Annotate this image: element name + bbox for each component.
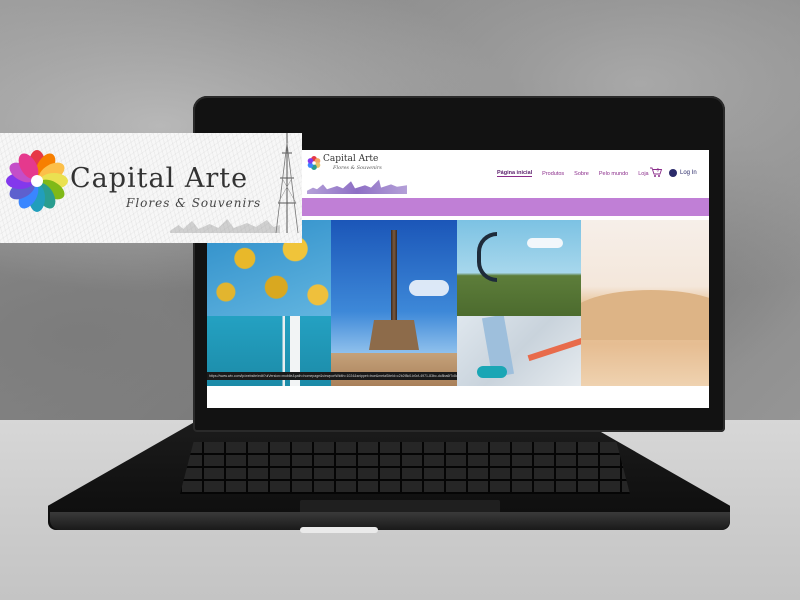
rail xyxy=(527,336,581,362)
gallery-photo-shoes[interactable] xyxy=(457,316,581,386)
site-logo-subtitle: Flores & Souvenirs xyxy=(333,165,382,171)
skyline-graphic xyxy=(170,219,280,233)
nav-item-produtos[interactable]: Produtos xyxy=(542,171,564,177)
photo-gallery: https://www.wix.com/lp/website/edit?uiVe… xyxy=(207,220,709,408)
dune xyxy=(581,290,709,340)
tower-base xyxy=(369,320,419,350)
login-label: Log In xyxy=(680,170,697,176)
user-avatar-icon xyxy=(669,169,677,177)
shoe xyxy=(477,366,507,378)
flower-logo-icon xyxy=(307,156,321,170)
site-logo-title: Capital Arte xyxy=(323,154,379,164)
browser-status-url: https://www.wix.com/lp/website/edit?uiVe… xyxy=(207,372,457,380)
brand-title: Capital Arte xyxy=(70,163,249,194)
cart-icon[interactable]: 0 xyxy=(649,166,663,178)
brand-logo-card: Capital Arte Flores & Souvenirs xyxy=(0,133,302,243)
site-logo[interactable]: Capital Arte Flores & Souvenirs xyxy=(307,154,407,196)
gallery-photo-monument[interactable] xyxy=(457,220,581,316)
login-button[interactable]: Log In xyxy=(669,169,697,177)
cloud xyxy=(527,238,563,248)
laptop-keyboard xyxy=(180,442,630,494)
site-nav: Página inicial Produtos Sobre Pelo mundo… xyxy=(497,170,649,177)
brand-subtitle: Flores & Souvenirs xyxy=(126,196,262,210)
laptop-front-light xyxy=(300,527,378,533)
gallery-photo-tv-tower[interactable] xyxy=(331,220,457,386)
laptop-base-lip xyxy=(50,512,730,530)
monument-arc xyxy=(477,232,497,282)
nav-item-sobre[interactable]: Sobre xyxy=(574,171,589,177)
cloud xyxy=(409,280,449,296)
nav-item-pelo-mundo[interactable]: Pelo mundo xyxy=(599,171,628,177)
cart-count: 0 xyxy=(657,168,660,173)
tv-tower-icon xyxy=(275,133,299,233)
gallery-photo-desert[interactable] xyxy=(581,220,709,386)
nav-item-loja[interactable]: Loja xyxy=(638,171,648,177)
flower-logo-icon xyxy=(6,150,68,212)
nav-item-pagina-inicial[interactable]: Página inicial xyxy=(497,170,533,177)
skyline-graphic xyxy=(307,179,407,194)
